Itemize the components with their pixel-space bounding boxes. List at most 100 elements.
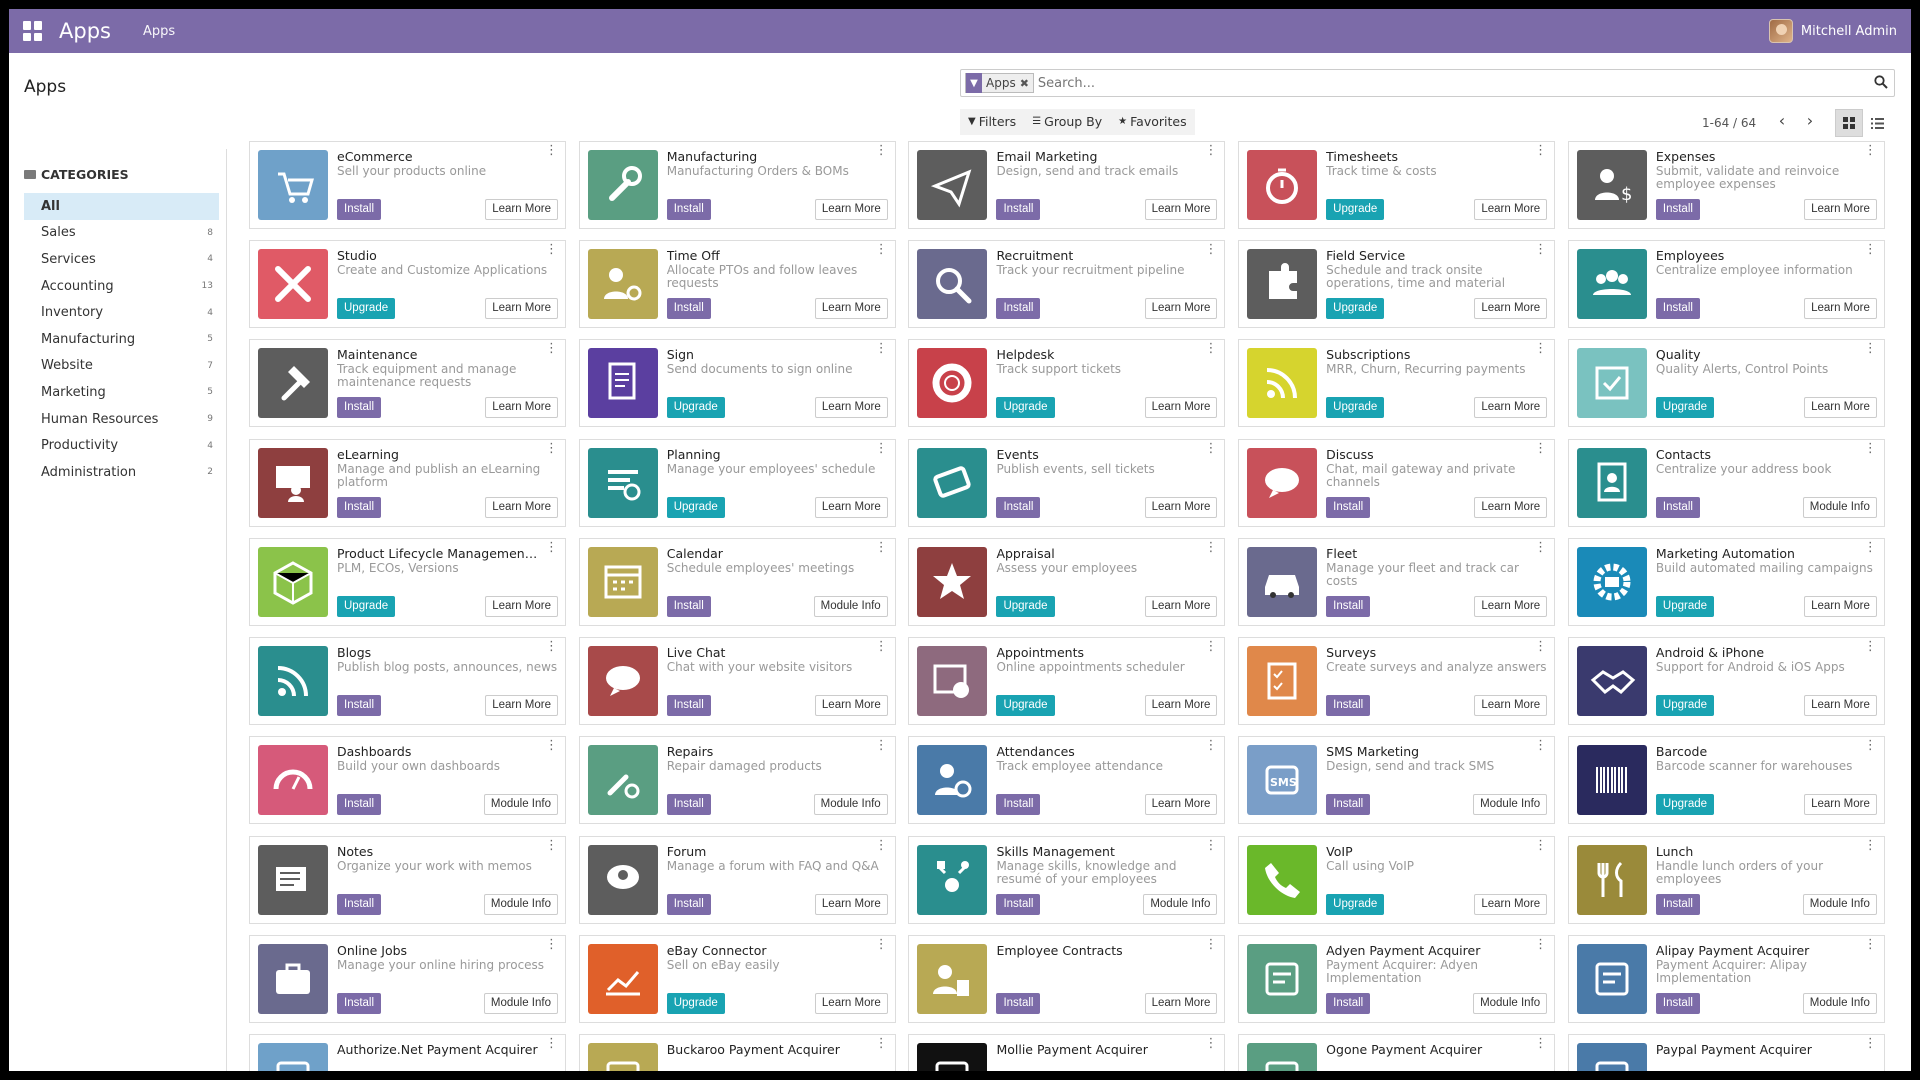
- app-card[interactable]: Surveys Create surveys and analyze answer…: [1238, 637, 1556, 726]
- install-button[interactable]: Install: [1326, 695, 1371, 717]
- upgrade-button[interactable]: Upgrade: [1326, 893, 1385, 915]
- kebab-menu-icon[interactable]: ⋮: [875, 1037, 888, 1050]
- kebab-menu-icon[interactable]: ⋮: [1864, 739, 1877, 752]
- upgrade-button[interactable]: Upgrade: [666, 496, 725, 518]
- learn-more-button[interactable]: Learn More: [1474, 199, 1548, 220]
- install-button[interactable]: Install: [666, 595, 711, 617]
- kebab-menu-icon[interactable]: ⋮: [1534, 938, 1547, 951]
- search-facet[interactable]: ▼ Apps ✖: [965, 73, 1034, 93]
- learn-more-button[interactable]: Learn More: [485, 397, 558, 419]
- learn-more-button[interactable]: Learn More: [1474, 695, 1548, 717]
- app-card[interactable]: Recruitment Track your recruitment pipeli…: [908, 240, 1226, 329]
- nav-menu-apps[interactable]: Apps: [143, 24, 175, 39]
- upgrade-button[interactable]: Upgrade: [666, 397, 725, 419]
- kebab-menu-icon[interactable]: ⋮: [875, 839, 888, 852]
- learn-more-button[interactable]: Learn More: [1144, 397, 1218, 419]
- kanban-view-button[interactable]: [1835, 109, 1863, 137]
- app-card[interactable]: Manufacturing Manufacturing Orders & BOMs…: [578, 141, 896, 229]
- favorites-button[interactable]: ★ Favorites: [1110, 109, 1194, 135]
- kebab-menu-icon[interactable]: ⋮: [545, 839, 558, 852]
- install-button[interactable]: Install: [1655, 893, 1700, 915]
- module-info-button[interactable]: Module Info: [813, 794, 888, 816]
- learn-more-button[interactable]: Learn More: [1804, 199, 1877, 220]
- kebab-menu-icon[interactable]: ⋮: [1864, 640, 1877, 653]
- app-card[interactable]: Forum Manage a forum with FAQ and Q&A ⋮ Ins…: [578, 835, 896, 924]
- category-item[interactable]: All: [24, 193, 219, 220]
- kebab-menu-icon[interactable]: ⋮: [1204, 739, 1217, 752]
- kebab-menu-icon[interactable]: ⋮: [1204, 1037, 1217, 1050]
- install-button[interactable]: Install: [996, 794, 1041, 816]
- category-item[interactable]: Services 4: [24, 246, 219, 273]
- app-card[interactable]: Skills Management Manage skills, knowledg…: [908, 835, 1226, 924]
- kebab-menu-icon[interactable]: ⋮: [875, 938, 888, 951]
- app-card[interactable]: VoIP Call using VoIP ⋮ Upgrade Learn More: [1238, 835, 1556, 924]
- learn-more-button[interactable]: Learn More: [1144, 298, 1218, 320]
- app-card[interactable]: Maintenance Track equipment and manage ma…: [249, 339, 566, 428]
- app-card[interactable]: Events Publish events, sell tickets ⋮ Insta…: [908, 438, 1226, 527]
- upgrade-button[interactable]: Upgrade: [337, 595, 396, 617]
- install-button[interactable]: Install: [1326, 595, 1371, 617]
- app-card[interactable]: Calendar Schedule employees' meetings ⋮ Ins…: [578, 537, 896, 626]
- upgrade-button[interactable]: Upgrade: [1655, 794, 1715, 816]
- kebab-menu-icon[interactable]: ⋮: [1204, 839, 1217, 852]
- install-button[interactable]: Install: [337, 794, 382, 816]
- app-card[interactable]: Live Chat Chat with your website visitors…: [578, 637, 896, 726]
- install-button[interactable]: Install: [1655, 496, 1700, 518]
- install-button[interactable]: Install: [1655, 298, 1700, 320]
- home-menu-icon[interactable]: [23, 21, 43, 41]
- app-card[interactable]: Sign Send documents to sign online ⋮ Upgrad…: [578, 339, 896, 428]
- learn-more-button[interactable]: Learn More: [814, 695, 888, 717]
- learn-more-button[interactable]: Learn More: [1804, 695, 1877, 717]
- kebab-menu-icon[interactable]: ⋮: [1534, 342, 1547, 355]
- kebab-menu-icon[interactable]: ⋮: [1534, 640, 1547, 653]
- install-button[interactable]: Install: [337, 496, 382, 518]
- kebab-menu-icon[interactable]: ⋮: [1864, 541, 1877, 554]
- app-card[interactable]: Quality Quality Alerts, Control Points ⋮ Up…: [1567, 339, 1885, 428]
- app-card[interactable]: Timesheets Track time & costs ⋮ Upgrade Lear…: [1238, 141, 1556, 229]
- kebab-menu-icon[interactable]: ⋮: [545, 640, 558, 653]
- app-card[interactable]: Notes Organize your work with memos ⋮ Insta…: [249, 835, 566, 924]
- kebab-menu-icon[interactable]: ⋮: [545, 243, 558, 256]
- app-card[interactable]: eCommerce Sell your products online ⋮ Insta…: [249, 141, 566, 229]
- learn-more-button[interactable]: Learn More: [1474, 397, 1548, 419]
- learn-more-button[interactable]: Learn More: [485, 298, 558, 320]
- install-button[interactable]: Install: [337, 992, 382, 1014]
- list-view-button[interactable]: [1863, 109, 1891, 137]
- install-button[interactable]: Install: [666, 893, 711, 915]
- category-item[interactable]: Marketing 5: [24, 379, 219, 406]
- upgrade-button[interactable]: Upgrade: [1655, 695, 1715, 717]
- learn-more-button[interactable]: Learn More: [1144, 695, 1218, 717]
- app-card[interactable]: Planning Manage your employees' schedule ⋮…: [578, 438, 896, 527]
- learn-more-button[interactable]: Learn More: [1144, 199, 1218, 220]
- kebab-menu-icon[interactable]: ⋮: [1204, 640, 1217, 653]
- install-button[interactable]: Install: [666, 695, 711, 717]
- app-card[interactable]: Blogs Publish blog posts, announces, news…: [249, 637, 566, 726]
- app-card[interactable]: Subscriptions MRR, Churn, Recurring payme…: [1238, 339, 1556, 428]
- category-item[interactable]: Administration 2: [24, 459, 219, 486]
- upgrade-button[interactable]: Upgrade: [996, 397, 1055, 419]
- kebab-menu-icon[interactable]: ⋮: [1204, 243, 1217, 256]
- upgrade-button[interactable]: Upgrade: [666, 992, 725, 1014]
- learn-more-button[interactable]: Learn More: [1144, 794, 1218, 816]
- app-card[interactable]: Discuss Chat, mail gateway and private ch…: [1238, 438, 1556, 527]
- app-card[interactable]: Lunch Handle lunch orders of your employe…: [1567, 835, 1885, 924]
- learn-more-button[interactable]: Learn More: [814, 496, 888, 518]
- install-button[interactable]: Install: [1326, 794, 1371, 816]
- install-button[interactable]: Install: [996, 992, 1041, 1014]
- category-item[interactable]: Website 7: [24, 353, 219, 380]
- kebab-menu-icon[interactable]: ⋮: [875, 243, 888, 256]
- filters-button[interactable]: ▼ Filters: [960, 109, 1024, 135]
- learn-more-button[interactable]: Learn More: [1144, 992, 1218, 1014]
- app-card[interactable]: Appointments Online appointments schedule…: [908, 637, 1226, 726]
- remove-facet-icon[interactable]: ✖: [1020, 77, 1033, 90]
- module-info-button[interactable]: Module Info: [483, 992, 558, 1014]
- learn-more-button[interactable]: Learn More: [1144, 595, 1218, 617]
- kebab-menu-icon[interactable]: ⋮: [875, 442, 888, 455]
- app-card[interactable]: Online Jobs Manage your online hiring pro…: [249, 934, 566, 1023]
- kebab-menu-icon[interactable]: ⋮: [1864, 839, 1877, 852]
- kebab-menu-icon[interactable]: ⋮: [1204, 144, 1217, 157]
- learn-more-button[interactable]: Learn More: [1804, 595, 1877, 617]
- module-info-button[interactable]: Module Info: [1802, 893, 1877, 915]
- app-card[interactable]: Fleet Manage your fleet and track car cos…: [1238, 537, 1556, 626]
- kebab-menu-icon[interactable]: ⋮: [545, 144, 558, 157]
